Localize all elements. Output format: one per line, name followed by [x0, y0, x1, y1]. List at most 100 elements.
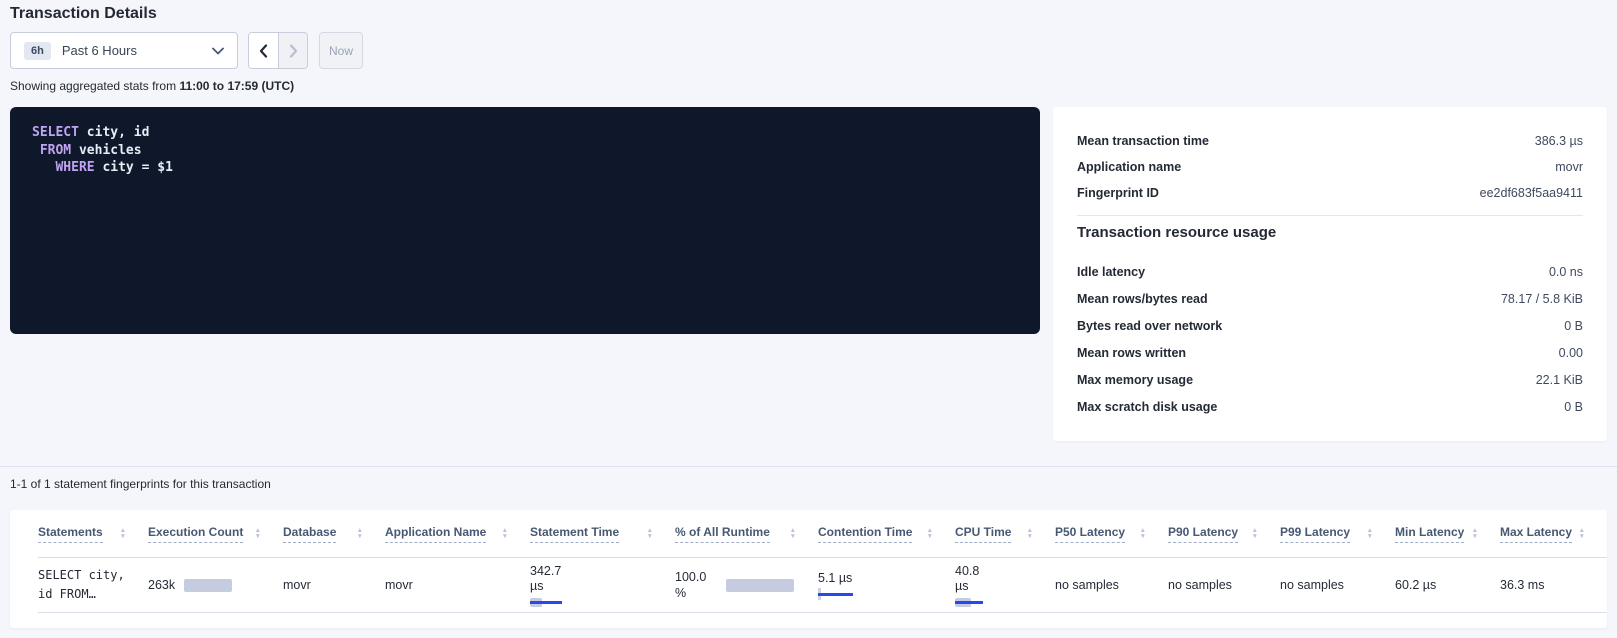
column-header-contention-time[interactable]: Contention Time▲▼: [818, 525, 955, 543]
sort-icon[interactable]: ▲▼: [255, 528, 261, 539]
time-step-button-group: [248, 32, 308, 69]
meta-value: movr: [1555, 160, 1583, 174]
p50-latency-cell: no samples: [1055, 578, 1168, 592]
aggregation-summary-range: 11:00 to 17:59 (UTC): [179, 79, 294, 93]
meta-label: Application name: [1077, 160, 1181, 174]
meta-label: Mean rows/bytes read: [1077, 292, 1208, 306]
cpu-time-bar: [955, 598, 1003, 607]
meta-value: 0 B: [1564, 400, 1583, 414]
statements-caption: 1-1 of 1 statement fingerprints for this…: [10, 477, 271, 491]
chevron-down-icon: [212, 47, 224, 55]
execution-count-cell: 263k: [148, 578, 283, 592]
meta-value: 22.1 KiB: [1536, 373, 1583, 387]
meta-label: Max memory usage: [1077, 373, 1193, 387]
column-header-statements[interactable]: Statements▲▼: [38, 525, 148, 543]
column-header-p90-latency[interactable]: P90 Latency▲▼: [1168, 525, 1280, 543]
chevron-left-icon: [259, 44, 268, 58]
cpu-time-cell: 40.8 µs: [955, 564, 1055, 607]
prev-range-button[interactable]: [249, 33, 278, 68]
statement-row: SELECT city, id FROM… 263k movr movr 342…: [38, 558, 1607, 613]
sql-indent: [32, 143, 40, 158]
sort-icon[interactable]: ▲▼: [1579, 528, 1585, 539]
sql-line: WHERE city = $1: [32, 159, 1018, 177]
meta-value: 386.3 µs: [1535, 134, 1583, 148]
sort-icon[interactable]: ▲▼: [1367, 528, 1373, 539]
meta-label: Fingerprint ID: [1077, 186, 1159, 200]
sort-icon[interactable]: ▲▼: [790, 528, 796, 539]
statement-fingerprint-link[interactable]: SELECT city, id FROM…: [38, 566, 138, 604]
sort-icon[interactable]: ▲▼: [1252, 528, 1258, 539]
meta-row: Fingerprint ID ee2df683f5aa9411: [1077, 180, 1583, 206]
statement-time-bar: [530, 598, 578, 607]
percent-runtime-cell: 100.0 %: [675, 569, 818, 601]
meta-row: Application name movr: [1077, 154, 1583, 180]
resource-usage-heading: Transaction resource usage: [1077, 224, 1583, 241]
sort-icon[interactable]: ▲▼: [357, 528, 363, 539]
contention-time-cell: 5.1 µs: [818, 571, 955, 600]
sort-icon[interactable]: ▲▼: [1140, 528, 1146, 539]
sort-icon[interactable]: ▲▼: [120, 528, 126, 539]
meta-row: Bytes read over network 0 B: [1077, 312, 1583, 339]
column-header-min-latency[interactable]: Min Latency▲▼: [1395, 525, 1500, 543]
p99-latency-cell: no samples: [1280, 578, 1395, 592]
percent-runtime-value: 100.0 %: [675, 569, 717, 601]
now-button[interactable]: Now: [319, 32, 363, 69]
section-divider: [0, 466, 1617, 467]
column-header-statement-time[interactable]: Statement Time▲▼: [530, 525, 675, 543]
sort-icon[interactable]: ▲▼: [927, 528, 933, 539]
sql-text: vehicles: [71, 143, 141, 158]
meta-label: Mean transaction time: [1077, 134, 1209, 148]
sql-line: SELECT city, id: [32, 124, 1018, 142]
time-range-label: Past 6 Hours: [62, 43, 137, 58]
meta-value: 0.0 ns: [1549, 265, 1583, 279]
sql-line: FROM vehicles: [32, 142, 1018, 160]
meta-row: Idle latency 0.0 ns: [1077, 258, 1583, 285]
meta-value: 0 B: [1564, 319, 1583, 333]
page-title: Transaction Details: [10, 5, 157, 23]
card-divider: [1077, 215, 1583, 216]
cpu-time-value: 40.8 µs: [955, 564, 993, 594]
sql-indent: [32, 160, 55, 175]
column-header-max-latency[interactable]: Max Latency▲▼: [1500, 525, 1607, 543]
meta-value: ee2df683f5aa9411: [1480, 186, 1583, 200]
transaction-details-page: Transaction Details 6h Past 6 Hours Now …: [0, 0, 1617, 638]
meta-row: Max memory usage 22.1 KiB: [1077, 366, 1583, 393]
statements-table-card: Statements▲▼ Execution Count▲▼ Database▲…: [10, 510, 1607, 628]
statement-time-cell: 342.7 µs: [530, 564, 675, 607]
contention-time-value: 5.1 µs: [818, 571, 955, 585]
time-controls: 6h Past 6 Hours Now: [10, 32, 363, 69]
statement-time-value: 342.7 µs: [530, 564, 568, 594]
application-name-cell: movr: [385, 578, 530, 592]
sql-text: city = $1: [95, 160, 173, 175]
meta-row: Mean rows written 0.00: [1077, 339, 1583, 366]
statements-table-header: Statements▲▼ Execution Count▲▼ Database▲…: [38, 510, 1607, 558]
column-header-cpu-time[interactable]: CPU Time▲▼: [955, 525, 1055, 543]
meta-label: Idle latency: [1077, 265, 1145, 279]
column-header-application-name[interactable]: Application Name▲▼: [385, 525, 530, 543]
sql-statement-box: SELECT city, id FROM vehicles WHERE city…: [10, 107, 1040, 334]
max-latency-cell: 36.3 ms: [1500, 578, 1607, 592]
column-header-database[interactable]: Database▲▼: [283, 525, 385, 543]
meta-label: Mean rows written: [1077, 346, 1186, 360]
column-header-execution-count[interactable]: Execution Count▲▼: [148, 525, 283, 543]
sort-icon[interactable]: ▲▼: [1027, 528, 1033, 539]
aggregation-summary-prefix: Showing aggregated stats from: [10, 79, 179, 93]
meta-value: 0.00: [1559, 346, 1583, 360]
time-range-select[interactable]: 6h Past 6 Hours: [10, 32, 238, 69]
column-header-p50-latency[interactable]: P50 Latency▲▼: [1055, 525, 1168, 543]
p90-latency-cell: no samples: [1168, 578, 1280, 592]
column-header-p99-latency[interactable]: P99 Latency▲▼: [1280, 525, 1395, 543]
sort-icon[interactable]: ▲▼: [502, 528, 508, 539]
sql-keyword: SELECT: [32, 125, 79, 140]
sort-icon[interactable]: ▲▼: [1472, 528, 1478, 539]
chevron-right-icon: [289, 44, 298, 58]
sort-icon[interactable]: ▲▼: [647, 528, 653, 539]
next-range-button[interactable]: [278, 33, 307, 68]
meta-row: Max scratch disk usage 0 B: [1077, 393, 1583, 420]
contention-time-bar: [818, 588, 862, 600]
sql-text: city, id: [79, 125, 149, 140]
sql-keyword: WHERE: [55, 160, 94, 175]
time-range-badge: 6h: [24, 42, 51, 60]
column-header-percent-runtime[interactable]: % of All Runtime▲▼: [675, 525, 818, 543]
meta-row: Mean rows/bytes read 78.17 / 5.8 KiB: [1077, 285, 1583, 312]
